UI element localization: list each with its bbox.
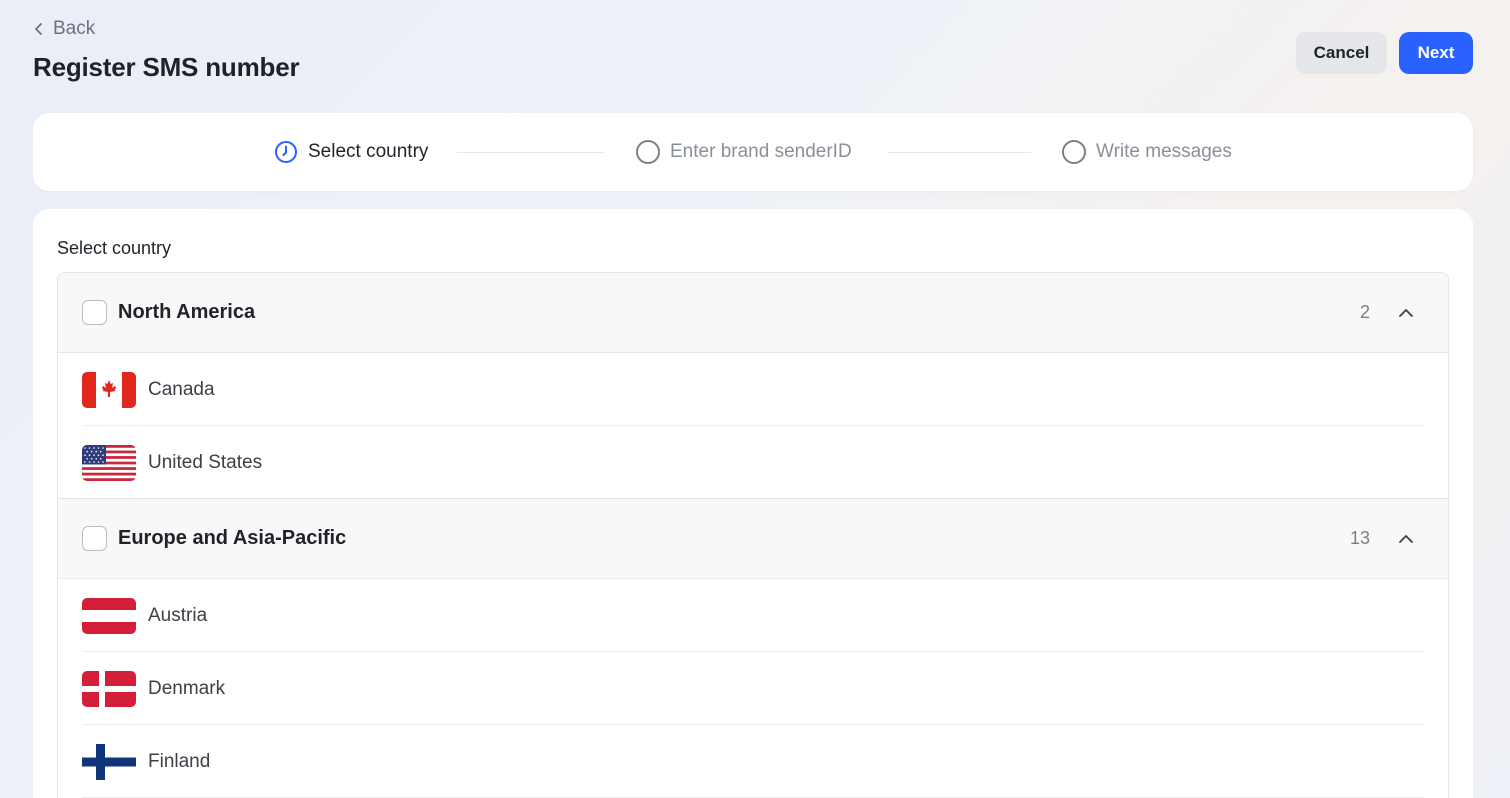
section-label: Select country (57, 238, 172, 258)
list-item[interactable]: Denmark (58, 652, 1448, 725)
chevron-up-icon[interactable] (1398, 534, 1414, 544)
step-divider (457, 152, 605, 153)
group-count: 2 (1359, 302, 1370, 322)
country-list: North America 2 Canada United States Eur… (57, 272, 1449, 798)
page-title: Register SMS number (33, 52, 300, 82)
step-select-country[interactable]: Select country (274, 113, 428, 191)
next-button[interactable]: Next (1399, 32, 1473, 74)
canada-flag-icon (82, 371, 136, 408)
chevron-up-icon[interactable] (1398, 308, 1414, 318)
group-checkbox[interactable] (82, 526, 107, 551)
group-checkbox[interactable] (82, 300, 107, 325)
stepper: Select country Enter brand senderID Writ… (33, 113, 1473, 191)
country-name: Denmark (148, 677, 226, 699)
group-header-north-america[interactable]: North America 2 (58, 273, 1448, 353)
back-link[interactable]: Back (33, 18, 95, 40)
country-name: United States (148, 451, 263, 473)
empty-circle-icon (636, 140, 660, 164)
country-name: Austria (148, 604, 208, 626)
group-name: North America (118, 301, 256, 323)
step-label: Write messages (1096, 141, 1232, 162)
step-write-messages[interactable]: Write messages (1062, 113, 1232, 191)
back-label: Back (53, 18, 96, 39)
step-divider (888, 152, 1031, 153)
group-header-europe-asia-pacific[interactable]: Europe and Asia-Pacific 13 (58, 499, 1448, 579)
austria-flag-icon (82, 597, 136, 634)
cancel-button[interactable]: Cancel (1296, 32, 1387, 74)
step-label: Select country (308, 141, 429, 162)
country-name: Finland (148, 750, 211, 772)
country-panel: Select country North America 2 Canada Un… (33, 209, 1473, 798)
empty-circle-icon (1062, 140, 1086, 164)
group-name: Europe and Asia-Pacific (118, 527, 347, 549)
group-count: 13 (1349, 528, 1370, 548)
list-item[interactable]: United States (58, 426, 1448, 499)
step-label: Enter brand senderID (670, 141, 852, 162)
finland-flag-icon (82, 743, 136, 780)
country-name: Canada (148, 378, 215, 400)
list-item[interactable]: Finland (58, 725, 1448, 798)
list-item[interactable]: Canada (58, 353, 1448, 426)
chevron-left-icon (35, 23, 42, 35)
united-states-flag-icon (82, 444, 136, 481)
clock-icon (275, 141, 297, 163)
list-item[interactable]: Austria (58, 579, 1448, 652)
step-enter-brand-senderid[interactable]: Enter brand senderID (636, 113, 852, 191)
denmark-flag-icon (82, 670, 136, 707)
